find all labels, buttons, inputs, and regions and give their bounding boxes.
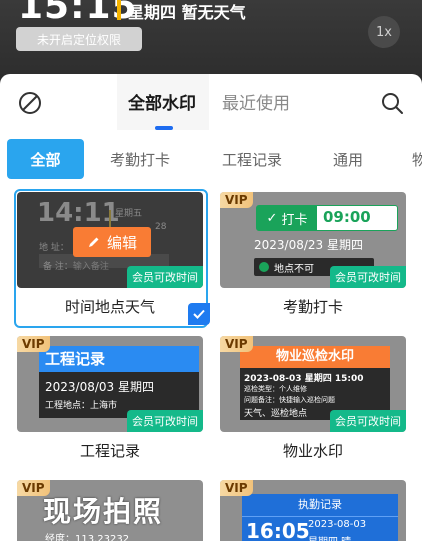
thumb-punch-text: 打卡 (281, 212, 308, 228)
category-bar: 全部 考勤打卡 工程记录 通用 物 (0, 134, 422, 184)
watermark-card-site-photo[interactable]: 现场拍照 经度：113.23232 VIP (17, 480, 207, 541)
watermark-card-time-location-weather[interactable]: 14:11 星期五 28 地 址： 备 注：输入备注 编辑 会员可改时间 时间地… (14, 189, 210, 328)
member-time-badge: 会员可改时间 (330, 266, 406, 288)
card-thumbnail: ✓ 打卡 09:00 2023/08/23 星期四 地点不可 VIP 会员可改时间 (220, 192, 406, 288)
thumb-title: 现场拍照 (43, 495, 164, 528)
location-permission-button[interactable]: 未开启定位权限 (16, 27, 142, 51)
thumb-body: 16:05 2023-08-03 星期四 晴 (242, 516, 398, 541)
thumb-title: 工程记录 (39, 346, 199, 372)
tab-recent[interactable]: 最近使用 (222, 89, 290, 114)
shield-icon (259, 262, 269, 272)
edit-button[interactable]: 编辑 (73, 227, 151, 257)
category-general[interactable]: 通用 (333, 149, 363, 170)
date-weather: 星期四 暂无天气 (128, 3, 246, 22)
time-divider (117, 0, 121, 20)
check-icon (188, 303, 210, 325)
slash-circle-icon[interactable] (18, 91, 42, 115)
thumb-longitude: 经度：113.23232 (45, 534, 130, 541)
thumb-address-label: 地 址： (39, 243, 69, 253)
thumb-punch-label: ✓ 打卡 (257, 206, 317, 230)
thumb-weekday: 星期四 晴 (308, 533, 351, 541)
watermark-card-engineering[interactable]: 工程记录 2023/08/03 星期四 工程地点：上海市 VIP 会员可改时间 … (17, 336, 207, 466)
thumb-title: 执勤记录 (242, 494, 398, 516)
member-time-badge: 会员可改时间 (330, 410, 406, 432)
vip-badge: VIP (220, 480, 253, 496)
vip-badge: VIP (17, 480, 50, 496)
card-title: 物业水印 (282, 442, 343, 460)
thumb-note-placeholder: 输入备注 (72, 262, 109, 272)
tab-all-watermarks[interactable]: 全部水印 (128, 89, 196, 114)
thumb-title: 物业巡检水印 (240, 346, 390, 368)
thumb-date: 2023-08-03 (308, 519, 367, 530)
card-title: 时间地点天气 (64, 298, 155, 316)
thumb-time: 14:11 (37, 198, 120, 228)
thumb-punch-row: ✓ 打卡 09:00 (256, 205, 398, 231)
watermark-card-attendance[interactable]: ✓ 打卡 09:00 2023/08/23 星期四 地点不可 VIP 会员可改时间… (220, 192, 410, 322)
vip-badge: VIP (220, 336, 253, 352)
thumb-place-text: 地点不可 (274, 263, 314, 275)
card-thumbnail: 现场拍照 经度：113.23232 VIP (17, 480, 203, 541)
thumb-note-label: 备 注： (43, 262, 73, 272)
card-thumbnail: 物业巡检水印 2023-08-03 星期四 15:00 巡检类型：个人维修 问题… (220, 336, 406, 432)
zoom-button[interactable]: 1x (368, 16, 400, 48)
thumb-line3: 问题备注：快捷输入巡检问题 (244, 396, 335, 404)
card-thumbnail: 工程记录 2023/08/03 星期四 工程地点：上海市 VIP 会员可改时间 (17, 336, 203, 432)
category-property[interactable]: 物 (412, 149, 422, 170)
watermark-nav: 全部水印 最近使用 (0, 74, 422, 130)
thumb-punch-time: 09:00 (323, 208, 371, 226)
member-time-badge: 会员可改时间 (127, 266, 203, 288)
thumb-line2: 巡检类型：个人维修 (244, 385, 307, 393)
vip-badge: VIP (220, 192, 253, 208)
camera-header: 15:15 星期四 暂无天气 未开启定位权限 1x (0, 0, 422, 74)
search-icon[interactable] (380, 91, 404, 115)
thumb-line1: 2023-08-03 星期四 15:00 (244, 374, 364, 384)
card-thumbnail: 执勤记录 16:05 2023-08-03 星期四 晴 VIP (220, 480, 406, 541)
card-title: 考勤打卡 (282, 298, 343, 316)
tab-indicator (155, 126, 173, 130)
card-thumbnail: 14:11 星期五 28 地 址： 备 注：输入备注 编辑 会员可改时间 (17, 192, 203, 288)
edit-label: 编辑 (106, 233, 137, 252)
thumb-day: 28 (155, 222, 167, 232)
check-mark-icon: ✓ (266, 210, 278, 226)
category-engineering[interactable]: 工程记录 (222, 149, 282, 170)
vip-badge: VIP (17, 336, 50, 352)
watermark-card-property[interactable]: 物业巡检水印 2023-08-03 星期四 15:00 巡检类型：个人维修 问题… (220, 336, 410, 466)
thumb-time: 16:05 (246, 519, 310, 541)
thumb-place: 工程地点：上海市 (45, 401, 118, 411)
pencil-icon (88, 237, 99, 247)
thumb-line4: 天气、巡检地点 (244, 409, 308, 419)
category-all[interactable]: 全部 (7, 139, 84, 179)
thumb-weekday: 星期五 (115, 209, 143, 219)
card-title: 工程记录 (79, 442, 140, 460)
thumb-date: 2023/08/03 星期四 (45, 380, 154, 394)
category-attendance[interactable]: 考勤打卡 (110, 149, 170, 170)
thumb-date: 2023/08/23 星期四 (254, 238, 363, 252)
watermark-card-duty-record[interactable]: 执勤记录 16:05 2023-08-03 星期四 晴 VIP (220, 480, 410, 541)
watermark-sheet: 全部水印 最近使用 全部 考勤打卡 工程记录 通用 物 14:11 星期五 28… (0, 74, 422, 541)
member-time-badge: 会员可改时间 (127, 410, 203, 432)
